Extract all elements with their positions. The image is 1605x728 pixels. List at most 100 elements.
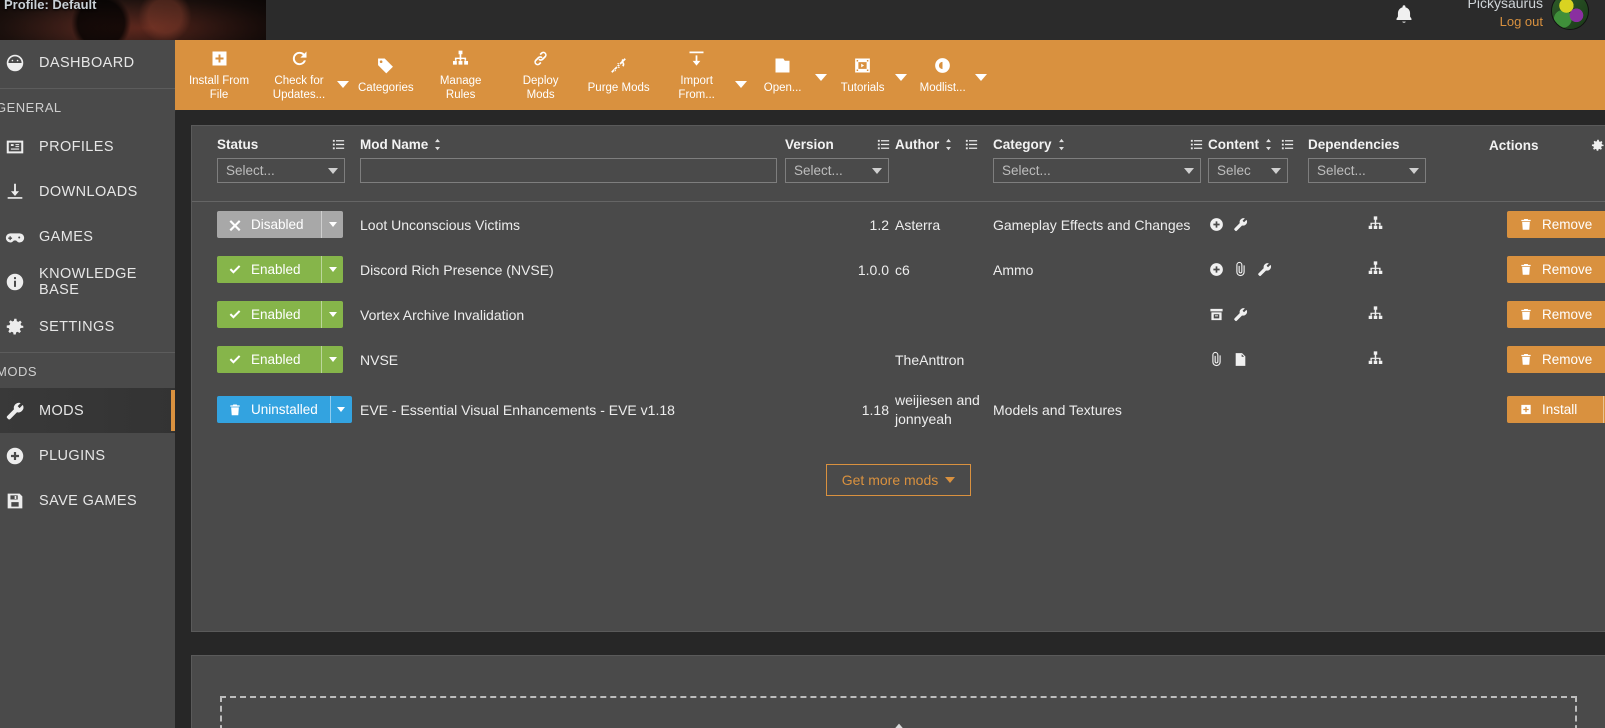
remove-button-main[interactable]: Remove xyxy=(1507,256,1605,283)
manage-rules-button[interactable]: Manage Rules xyxy=(421,48,501,102)
sidebar-item-settings[interactable]: SETTINGS xyxy=(0,304,175,349)
author-column-menu-icon[interactable] xyxy=(964,137,979,152)
sort-icon[interactable] xyxy=(1264,138,1273,151)
status-dropdown-toggle[interactable] xyxy=(321,211,343,238)
gear-icon xyxy=(6,318,24,335)
remove-button[interactable]: Remove xyxy=(1507,256,1605,283)
content-filter-select[interactable]: Selec xyxy=(1208,158,1288,183)
category-column-menu-icon[interactable] xyxy=(1189,137,1204,152)
chevron-down-icon xyxy=(1271,167,1281,174)
content-column-menu-icon[interactable] xyxy=(1280,137,1295,152)
status-dropdown-toggle[interactable] xyxy=(321,301,343,328)
categories-button[interactable]: Categories xyxy=(351,55,421,95)
status-toggle-button[interactable]: Enabled xyxy=(217,346,343,373)
table-row[interactable]: Disabled Loot Unconscious Victims 1.2 As… xyxy=(192,202,1605,248)
bell-icon[interactable] xyxy=(1391,2,1417,28)
toolbar-group-check-updates: Check for Updates... xyxy=(259,48,351,102)
status-dropdown-toggle[interactable] xyxy=(329,396,352,424)
install-from-file-button[interactable]: Install From File xyxy=(179,48,259,102)
sidebar: DASHBOARD GENERAL PROFILES DOWNLOADS GAM… xyxy=(0,40,175,728)
status-toggle-main[interactable]: Enabled xyxy=(217,301,321,328)
table-row[interactable]: Uninstalled EVE - Essential Visual Enhan… xyxy=(192,382,1605,438)
purge-mods-button[interactable]: Purge Mods xyxy=(581,55,657,95)
sidebar-item-save-games[interactable]: SAVE GAMES xyxy=(0,478,175,523)
column-label: Content xyxy=(1208,137,1259,152)
cell-status: Enabled xyxy=(192,337,360,382)
remove-button[interactable]: Remove xyxy=(1507,301,1605,328)
sidebar-item-plugins[interactable]: PLUGINS xyxy=(0,433,175,478)
deploy-mods-button[interactable]: Deploy Mods xyxy=(501,48,581,102)
cell-dependencies xyxy=(1308,247,1463,292)
remove-button-main[interactable]: Remove xyxy=(1507,301,1605,328)
user-name: Pickysaurus xyxy=(1467,0,1543,11)
status-column-menu-icon[interactable] xyxy=(331,137,346,152)
remove-button[interactable]: Remove xyxy=(1507,346,1605,373)
circle-dot-icon xyxy=(935,58,950,73)
import-from-button[interactable]: Import From... xyxy=(657,48,737,102)
sidebar-item-profiles[interactable]: PROFILES xyxy=(0,124,175,169)
remove-button[interactable]: Remove xyxy=(1507,211,1605,238)
get-more-mods-button[interactable]: Get more mods xyxy=(825,463,972,496)
status-dropdown-toggle[interactable] xyxy=(321,346,343,373)
open-caret[interactable] xyxy=(814,74,827,81)
table-row[interactable]: Enabled Discord Rich Presence (NVSE) 1.0… xyxy=(192,247,1605,292)
chevron-down-icon xyxy=(872,167,882,174)
version-filter-select[interactable]: Select... xyxy=(785,158,889,183)
sidebar-item-downloads[interactable]: DOWNLOADS xyxy=(0,169,175,214)
sitemap-icon[interactable] xyxy=(1366,259,1385,278)
sort-icon[interactable] xyxy=(1057,138,1066,151)
tutorials-caret[interactable] xyxy=(894,74,907,81)
status-toggle-button[interactable]: Enabled xyxy=(217,256,343,283)
sidebar-item-knowledge-base[interactable]: KNOWLEDGE BASE xyxy=(0,259,175,304)
category-filter-select[interactable]: Select... xyxy=(993,158,1201,183)
import-from-caret[interactable] xyxy=(734,81,747,89)
sitemap-icon[interactable] xyxy=(1366,214,1385,233)
mod-name-filter-input[interactable] xyxy=(360,158,777,183)
modlist-button[interactable]: Modlist... xyxy=(909,55,977,95)
status-toggle-main[interactable]: Uninstalled xyxy=(217,396,330,423)
sort-icon[interactable] xyxy=(944,138,953,151)
sitemap-icon[interactable] xyxy=(1366,304,1385,323)
status-toggle-main[interactable]: Disabled xyxy=(217,211,321,238)
sort-icon[interactable] xyxy=(433,138,442,151)
modlist-caret[interactable] xyxy=(974,74,987,81)
column-header-status: Status Select... xyxy=(192,126,360,183)
remove-button-main[interactable]: Remove xyxy=(1507,346,1605,373)
status-toggle-main[interactable]: Enabled xyxy=(217,256,321,283)
table-settings-gear-icon[interactable] xyxy=(1590,137,1605,154)
version-column-menu-icon[interactable] xyxy=(876,137,891,152)
sidebar-item-dashboard[interactable]: DASHBOARD xyxy=(0,40,175,85)
install-button-main[interactable]: Install xyxy=(1507,396,1603,423)
column-label: Status xyxy=(217,137,259,152)
column-header-actions: Actions xyxy=(1463,126,1605,183)
status-filter-select[interactable]: Select... xyxy=(217,158,345,183)
tutorials-button[interactable]: Tutorials xyxy=(829,55,897,95)
status-toggle-button[interactable]: Disabled xyxy=(217,211,343,238)
upload-icon xyxy=(894,723,903,728)
status-toggle-button[interactable]: Uninstalled xyxy=(217,396,352,424)
mods-table: Status Select... Mod Name Version Select… xyxy=(192,126,1605,438)
drop-zone[interactable] xyxy=(220,696,1577,728)
table-row[interactable]: Enabled Vortex Archive Invalidation Remo… xyxy=(192,292,1605,337)
logout-link[interactable]: Log out xyxy=(1468,13,1543,31)
floppy-disk-icon xyxy=(7,493,23,508)
avatar[interactable] xyxy=(1551,0,1589,30)
check-for-updates-caret[interactable] xyxy=(337,81,349,89)
sidebar-item-label: SETTINGS xyxy=(39,318,115,335)
status-toggle-main[interactable]: Enabled xyxy=(217,346,321,373)
sidebar-item-mods[interactable]: MODS xyxy=(0,388,175,433)
check-for-updates-button[interactable]: Check for Updates... xyxy=(259,48,339,102)
mods-panel: Status Select... Mod Name Version Select… xyxy=(191,125,1605,632)
status-toggle-button[interactable]: Enabled xyxy=(217,301,343,328)
open-button[interactable]: Open... xyxy=(749,55,817,95)
status-dropdown-toggle[interactable] xyxy=(321,256,343,283)
table-row[interactable]: Enabled NVSE TheAnttron Remove xyxy=(192,337,1605,382)
plugin-file-icon xyxy=(1235,353,1246,366)
sidebar-item-games[interactable]: GAMES xyxy=(0,214,175,259)
cell-actions: Remove xyxy=(1463,292,1605,337)
install-button[interactable]: Install xyxy=(1507,396,1605,424)
cell-category: Ammo xyxy=(993,261,1034,278)
dependencies-filter-select[interactable]: Select... xyxy=(1308,158,1426,183)
sitemap-icon[interactable] xyxy=(1366,349,1385,368)
remove-button-main[interactable]: Remove xyxy=(1507,211,1605,238)
